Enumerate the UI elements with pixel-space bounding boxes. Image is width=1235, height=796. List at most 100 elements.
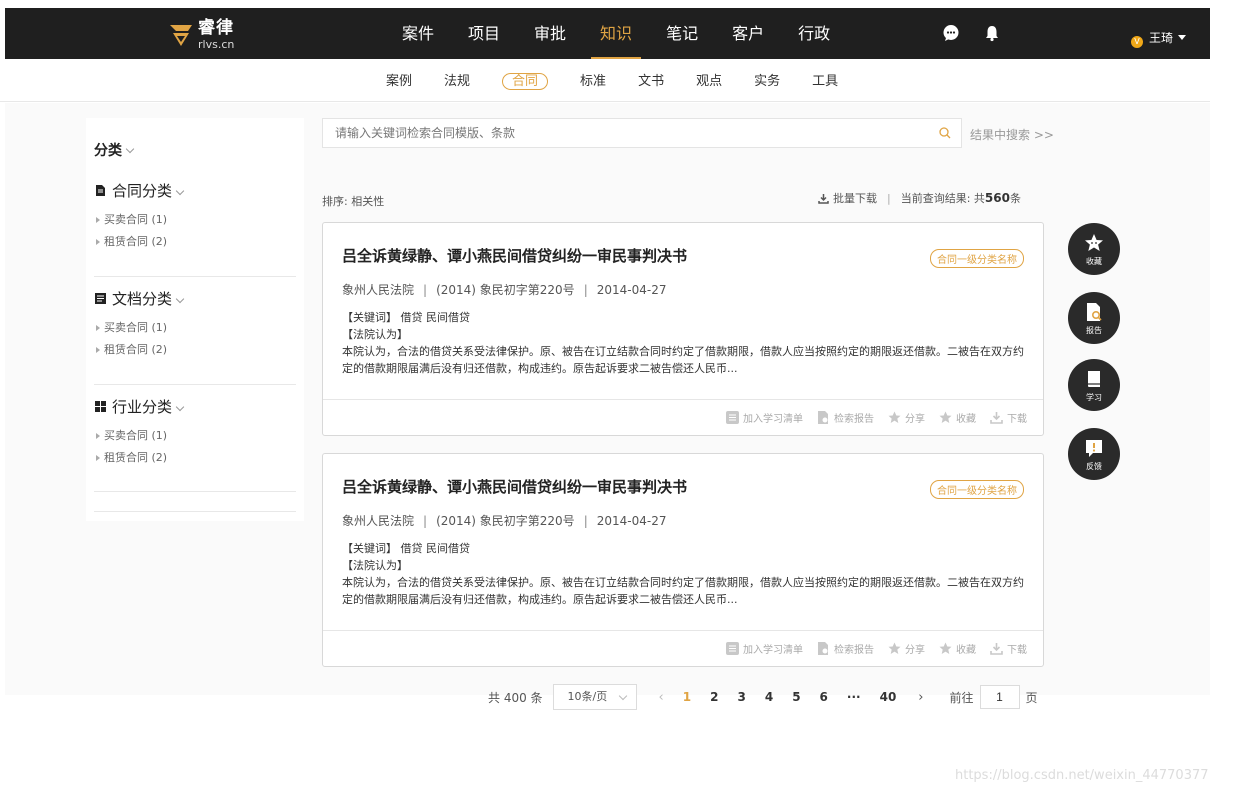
page-number[interactable]: 5 — [792, 690, 800, 704]
category-tag[interactable]: 合同一级分类名称 — [930, 249, 1024, 268]
category-sidebar: 分类 合同分类 买卖合同 (1) 租赁合同 (2) 文档分类 买卖合同 (1) … — [86, 118, 304, 521]
nav-item-clients[interactable]: 客户 — [715, 8, 781, 59]
nav-item-projects[interactable]: 项目 — [451, 8, 517, 59]
divider — [94, 384, 296, 385]
float-report-button[interactable]: 报告 — [1068, 292, 1120, 344]
tab-opinions[interactable]: 观点 — [680, 72, 738, 92]
float-study-button[interactable]: 学习 — [1068, 359, 1120, 411]
category-title[interactable]: 文档分类 — [94, 288, 296, 309]
share-button[interactable]: 分享 — [888, 641, 925, 656]
search-box — [322, 118, 962, 148]
sub-nav: 案例 法规 合同 标准 文书 观点 实务 工具 — [0, 60, 1210, 102]
next-page-icon[interactable]: › — [918, 690, 923, 705]
card-actions: 加入学习清单 检索报告 分享 收藏 下载 — [323, 630, 1043, 668]
category-tag[interactable]: 合同一级分类名称 — [930, 480, 1024, 499]
batch-download-button[interactable]: 批量下载 — [833, 190, 877, 206]
star-icon — [939, 642, 952, 654]
page-number[interactable]: 1 — [683, 690, 691, 704]
sidebar-heading-label: 分类 — [94, 143, 122, 159]
category-document: 文档分类 买卖合同 (1) 租赁合同 (2) — [94, 288, 296, 361]
bell-icon[interactable] — [983, 24, 1001, 42]
action-label: 检索报告 — [834, 414, 874, 425]
add-to-study-list-button[interactable]: 加入学习清单 — [726, 641, 803, 656]
tab-tools[interactable]: 工具 — [796, 72, 854, 92]
category-item[interactable]: 租赁合同 (2) — [94, 447, 296, 469]
nav-item-knowledge[interactable]: 知识 — [583, 8, 649, 59]
tab-documents[interactable]: 文书 — [622, 72, 680, 92]
chevron-down-icon — [175, 186, 185, 195]
keywords: 【关键词】 借贷 民间借贷 — [342, 542, 470, 555]
search-within-results-link[interactable]: 结果中搜索 >> — [970, 126, 1054, 143]
add-to-study-list-button[interactable]: 加入学习清单 — [726, 410, 803, 425]
favorite-button[interactable]: 收藏 — [939, 641, 976, 656]
search-report-button[interactable]: 检索报告 — [817, 410, 874, 425]
user-menu[interactable]: V 王琦 — [1131, 26, 1187, 48]
category-item[interactable]: 租赁合同 (2) — [94, 231, 296, 253]
nav-item-approval[interactable]: 审批 — [517, 8, 583, 59]
sort-selector[interactable]: 排序: 相关性 — [322, 193, 384, 209]
category-title[interactable]: 行业分类 — [94, 396, 296, 417]
chevron-down-icon — [175, 402, 185, 411]
tab-label: 合同 — [502, 73, 549, 90]
star-icon — [939, 411, 952, 423]
divider — [94, 276, 296, 277]
favorite-button[interactable]: 收藏 — [939, 410, 976, 425]
search-report-button[interactable]: 检索报告 — [817, 641, 874, 656]
category-item[interactable]: 买卖合同 (1) — [94, 209, 296, 231]
search-icon[interactable] — [939, 127, 951, 139]
category-title-label: 行业分类 — [112, 398, 173, 416]
action-label: 检索报告 — [834, 645, 874, 656]
result-card[interactable]: 吕全诉黄绿静、谭小燕民间借贷纠纷一审民事判决书 合同一级分类名称 象州人民法院 |… — [322, 222, 1044, 436]
tab-regulations[interactable]: 法规 — [428, 72, 486, 92]
download-button[interactable]: 下载 — [990, 641, 1027, 656]
action-label: 下载 — [1007, 645, 1027, 656]
page-number[interactable]: 40 — [880, 690, 897, 704]
page-number[interactable]: 2 — [710, 690, 718, 704]
page-ellipsis[interactable]: ··· — [847, 690, 861, 704]
page-number[interactable]: 6 — [820, 690, 828, 704]
nav-item-admin[interactable]: 行政 — [781, 8, 847, 59]
category-item[interactable]: 租赁合同 (2) — [94, 339, 296, 361]
separator: | — [583, 514, 588, 528]
download-button[interactable]: 下载 — [990, 410, 1027, 425]
tab-practice[interactable]: 实务 — [738, 72, 796, 92]
action-label: 收藏 — [956, 645, 976, 656]
page-size-select[interactable]: 10条/页 — [552, 684, 637, 710]
goto-page-input[interactable] — [979, 685, 1020, 709]
document-icon — [95, 293, 106, 304]
share-icon — [888, 642, 901, 654]
report-icon — [818, 642, 828, 655]
nav-item-notes[interactable]: 笔记 — [649, 8, 715, 59]
float-feedback-button[interactable]: 反馈 — [1068, 428, 1120, 480]
sidebar-heading[interactable]: 分类 — [94, 140, 135, 160]
search-input[interactable] — [323, 119, 923, 147]
result-count-suffix: 条 — [1009, 192, 1021, 205]
star-icon — [1085, 234, 1103, 251]
page-number[interactable]: 4 — [765, 690, 773, 704]
page-number[interactable]: 3 — [737, 690, 745, 704]
tab-label: 法规 — [444, 74, 471, 89]
brand-logo[interactable]: 睿律 rlvs.cn — [168, 20, 234, 50]
prev-page-icon[interactable]: ‹ — [659, 690, 664, 705]
result-count-prefix: 当前查询结果: 共 — [900, 192, 985, 205]
keywords: 【关键词】 借贷 民间借贷 — [342, 311, 470, 324]
result-excerpt: 【关键词】 借贷 民间借贷 【法院认为】 本院认为，合法的借贷关系受法律保护。原… — [342, 540, 1032, 608]
result-card[interactable]: 吕全诉黄绿静、谭小燕民间借贷纠纷一审民事判决书 合同一级分类名称 象州人民法院 |… — [322, 453, 1044, 667]
tab-contracts[interactable]: 合同 — [486, 72, 564, 92]
court-name: 象州人民法院 — [342, 514, 415, 528]
tab-standards[interactable]: 标准 — [564, 72, 622, 92]
result-title[interactable]: 吕全诉黄绿静、谭小燕民间借贷纠纷一审民事判决书 — [342, 245, 687, 266]
chat-icon[interactable] — [942, 24, 960, 42]
nav-item-cases[interactable]: 案件 — [385, 8, 451, 59]
float-button-label: 收藏 — [1086, 257, 1102, 266]
category-item[interactable]: 买卖合同 (1) — [94, 425, 296, 447]
tab-cases[interactable]: 案例 — [370, 72, 428, 92]
brand-name: 睿律 — [198, 18, 234, 38]
share-button[interactable]: 分享 — [888, 410, 925, 425]
float-favorite-button[interactable]: 收藏 — [1068, 223, 1120, 275]
category-title[interactable]: 合同分类 — [94, 180, 296, 201]
result-title[interactable]: 吕全诉黄绿静、谭小燕民间借贷纠纷一审民事判决书 — [342, 476, 687, 497]
share-icon — [888, 411, 901, 423]
category-item[interactable]: 买卖合同 (1) — [94, 317, 296, 339]
result-meta: 象州人民法院 | (2014) 象民初字第220号 | 2014-04-27 — [342, 281, 666, 298]
